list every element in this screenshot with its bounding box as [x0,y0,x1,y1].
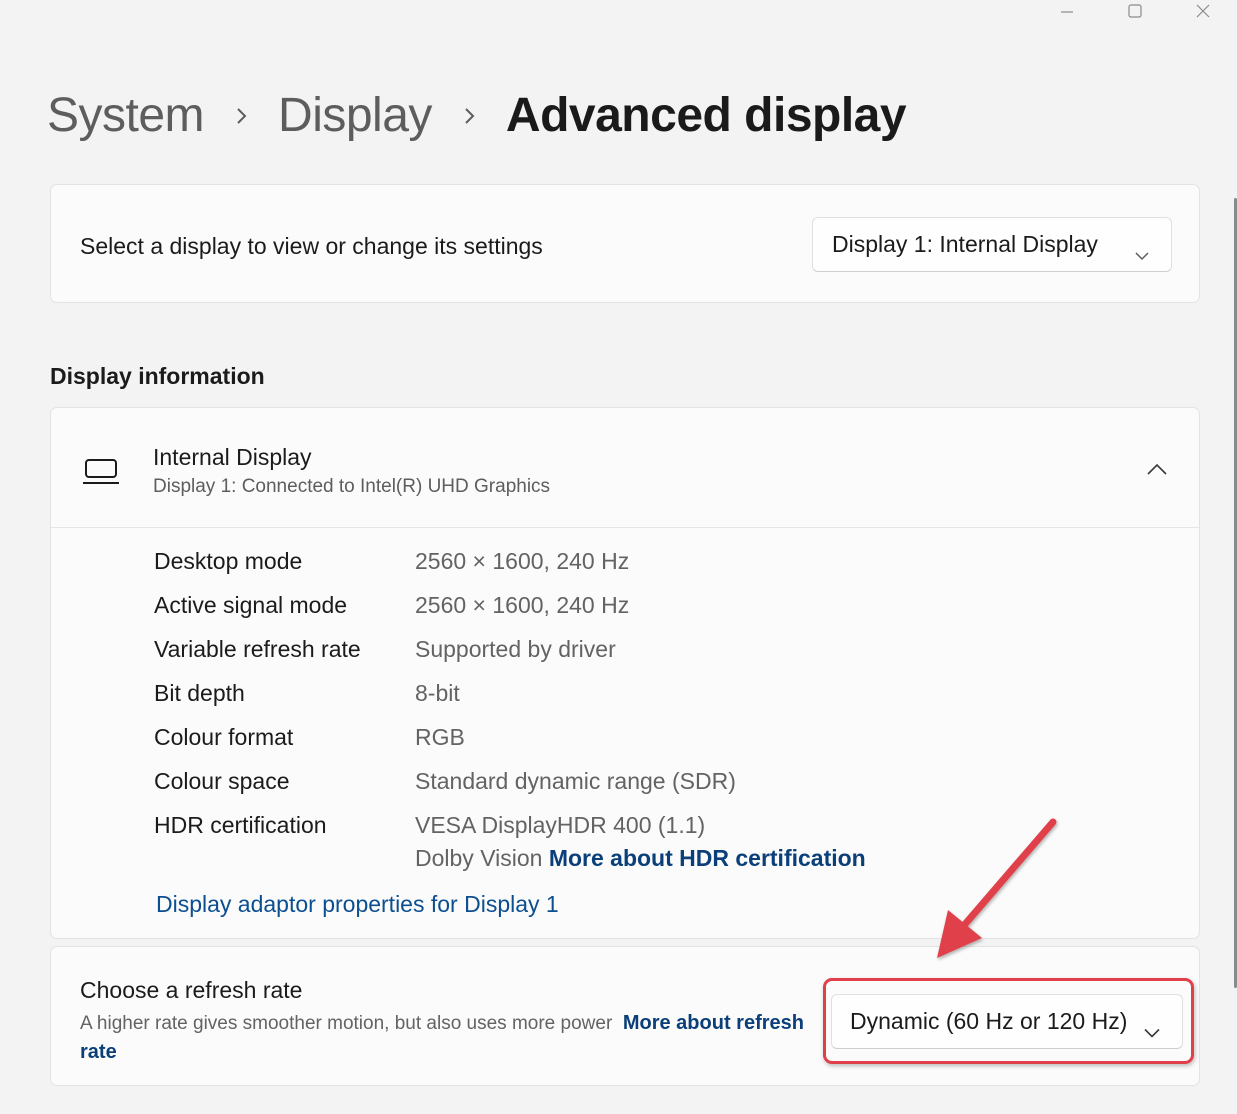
info-label: Bit depth [154,680,245,706]
close-button[interactable] [1169,0,1237,22]
annotation-highlight-box [823,978,1194,1064]
chevron-down-icon [1135,240,1149,267]
laptop-icon [83,458,119,491]
minimize-icon [1061,11,1073,13]
display-information-header[interactable]: Internal Display Display 1: Connected to… [51,408,1199,528]
info-value: 2560 × 1600, 240 Hz [415,548,630,574]
hdr-extra: Dolby Vision More about HDR certificatio… [415,845,866,872]
info-label: Colour space [154,768,290,794]
display-name: Internal Display [153,444,312,470]
info-value: 2560 × 1600, 240 Hz [415,592,630,618]
info-value: Standard dynamic range (SDR) [415,768,736,794]
info-value-line2: Dolby Vision [415,845,543,871]
display-adaptor-properties-link[interactable]: Display adaptor properties for Display 1 [156,891,559,918]
page-title: Advanced display [505,89,907,142]
info-value: RGB [415,724,465,750]
chevron-up-icon[interactable] [1147,462,1167,480]
maximize-icon [1128,4,1142,18]
info-label: Active signal mode [154,592,348,618]
display-connection: Display 1: Connected to Intel(R) UHD Gra… [153,476,551,497]
close-icon [1196,4,1210,18]
minimize-button[interactable] [1033,0,1101,22]
annotation-arrow-icon [937,818,1057,958]
display-dropdown[interactable]: Display 1: Internal Display [812,217,1172,272]
breadcrumb-display[interactable]: Display [278,88,432,143]
display-select-card: Select a display to view or change its s… [50,184,1200,303]
info-label: Colour format [154,724,294,750]
hdr-certification-link[interactable]: More about HDR certification [549,845,866,871]
info-value: VESA DisplayHDR 400 (1.1) [415,812,706,838]
display-select-label: Select a display to view or change its s… [80,233,543,259]
refresh-rate-title: Choose a refresh rate [80,977,303,1003]
refresh-rate-description: A higher rate gives smoother motion, but… [80,1009,820,1067]
chevron-right-icon [236,106,248,126]
info-value: Supported by driver [415,636,616,662]
info-value: 8-bit [415,680,460,706]
display-dropdown-value: Display 1: Internal Display [832,231,1098,257]
info-label: Variable refresh rate [154,636,361,662]
maximize-button[interactable] [1101,0,1169,22]
section-title-display-information: Display information [50,363,265,389]
breadcrumb-system[interactable]: System [47,88,205,143]
chevron-right-icon [464,106,476,126]
info-label: HDR certification [154,812,327,838]
breadcrumb: System Display Advanced display [47,88,907,143]
info-label: Desktop mode [154,548,303,574]
refresh-rate-description-text: A higher rate gives smoother motion, but… [80,1013,613,1034]
window-controls [1033,0,1237,22]
